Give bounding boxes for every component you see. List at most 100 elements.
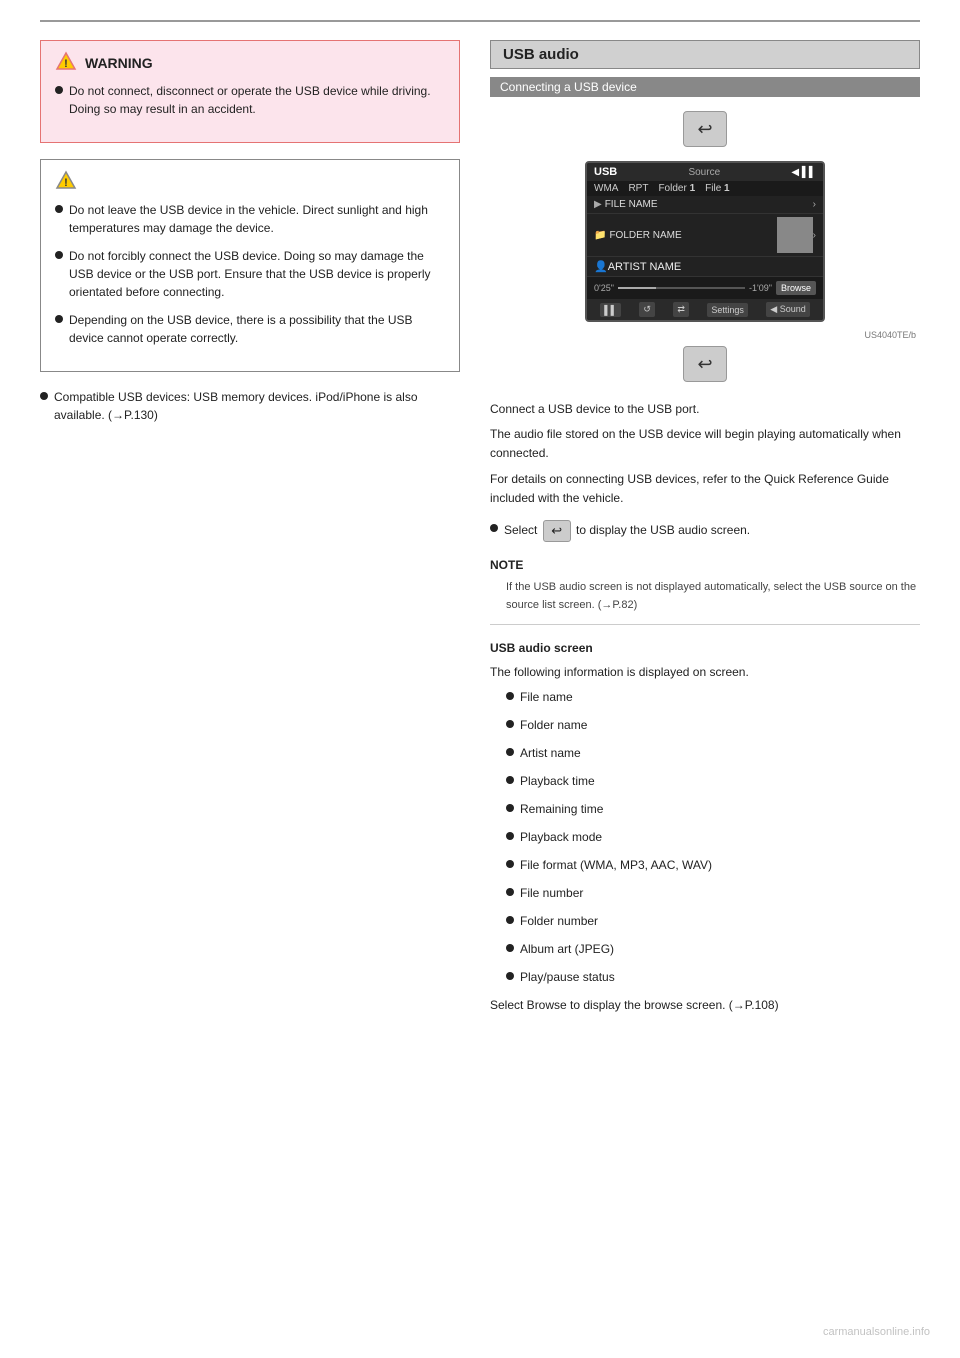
top-rule bbox=[40, 20, 920, 22]
progress-row: 0'25" -1'09" Browse bbox=[587, 277, 823, 299]
usb-screen-mockup: USB Source ◀ ▌▌ WMA RPT Folder 1 File 1 … bbox=[585, 161, 825, 322]
usb-screen-top-bar: USB Source ◀ ▌▌ bbox=[587, 163, 823, 181]
progress-bar-container bbox=[618, 287, 745, 289]
screen-item-9: Folder number bbox=[506, 912, 920, 930]
settings-btn[interactable]: Settings bbox=[707, 303, 748, 317]
screen-item-11: Play/pause status bbox=[506, 968, 920, 986]
usb-audio-screen-section: USB audio screen The following informati… bbox=[490, 639, 920, 1015]
usb-audio-title: USB audio bbox=[490, 40, 920, 69]
caution-text-2: Do not forcibly connect the USB device. … bbox=[69, 247, 445, 301]
section3-para: Select Browse to display the browse scre… bbox=[490, 996, 920, 1015]
bullet-dot bbox=[40, 392, 48, 400]
back-button-top[interactable]: ↩ bbox=[683, 111, 727, 147]
back-button-text: Select ↩ to display the USB audio screen… bbox=[504, 520, 750, 542]
back-arrow-icon-2: ↩ bbox=[697, 354, 712, 375]
play-icon: ▶ bbox=[594, 199, 602, 210]
warning-bullet-1: Do not connect, disconnect or operate th… bbox=[55, 82, 445, 118]
bullet-dot bbox=[55, 205, 63, 213]
file-name-row: ▶ FILE NAME › bbox=[587, 196, 823, 214]
back-arrow-icon: ↩ bbox=[697, 119, 712, 140]
bullet-dot bbox=[55, 86, 63, 94]
note-section: NOTE If the USB audio screen is not disp… bbox=[490, 556, 920, 614]
body-bullet-1: Compatible USB devices: USB memory devic… bbox=[40, 388, 460, 424]
section2-para: The following information is displayed o… bbox=[490, 663, 920, 682]
screen-item-3: Artist name bbox=[506, 744, 920, 762]
chevron-right-icon-2: › bbox=[813, 230, 816, 241]
two-column-layout: ! WARNING Do not connect, disconnect or … bbox=[40, 40, 920, 1021]
warning-text-1: Do not connect, disconnect or operate th… bbox=[69, 82, 445, 118]
section-rule bbox=[490, 624, 920, 625]
caution-text-3: Depending on the USB device, there is a … bbox=[69, 311, 445, 347]
file-label: File 1 bbox=[705, 183, 729, 194]
wma-label: WMA bbox=[594, 183, 618, 194]
progress-bar-fill bbox=[618, 287, 656, 289]
chevron-right-icon: › bbox=[813, 199, 816, 210]
usb-wma-row: WMA RPT Folder 1 File 1 bbox=[587, 181, 823, 196]
body-text-1: Compatible USB devices: USB memory devic… bbox=[54, 388, 460, 424]
usb-bottom-bar: ▌▌ ↺ ⇄ Settings ◀ Sound bbox=[587, 299, 823, 320]
bullet-dot bbox=[55, 251, 63, 259]
caution-bullet-1: Do not leave the USB device in the vehic… bbox=[55, 201, 445, 237]
note-label: NOTE bbox=[490, 556, 920, 575]
inline-back-icon: ↩ bbox=[551, 521, 562, 541]
warning-box: ! WARNING Do not connect, disconnect or … bbox=[40, 40, 460, 143]
caution-bullet-3: Depending on the USB device, there is a … bbox=[55, 311, 445, 347]
warning-header: ! WARNING bbox=[55, 51, 445, 74]
left-column: ! WARNING Do not connect, disconnect or … bbox=[40, 40, 460, 1021]
back-button-bottom[interactable]: ↩ bbox=[683, 346, 727, 382]
artist-name-label: ARTIST NAME bbox=[608, 261, 682, 273]
source-label: Source bbox=[688, 167, 720, 178]
note-text: If the USB audio screen is not displayed… bbox=[506, 579, 920, 614]
folder-icon: 📁 bbox=[594, 230, 606, 241]
screen-item-10: Album art (JPEG) bbox=[506, 940, 920, 958]
caution-bullet-2: Do not forcibly connect the USB device. … bbox=[55, 247, 445, 301]
screen-item-1: File name bbox=[506, 688, 920, 706]
caution-header: ! bbox=[55, 170, 445, 193]
folder-label: Folder 1 bbox=[658, 183, 695, 194]
right-body-section: Connect a USB device to the USB port. Th… bbox=[490, 400, 920, 508]
play-pause-btn[interactable]: ▌▌ bbox=[600, 303, 621, 317]
usb-audio-subtitle-bar: Connecting a USB device bbox=[490, 77, 920, 97]
artist-name-row: 👤 ARTIST NAME bbox=[587, 257, 823, 277]
folder-name-row: 📁 FOLDER NAME › bbox=[587, 214, 823, 257]
caution-text-1: Do not leave the USB device in the vehic… bbox=[69, 201, 445, 237]
page-container: ! WARNING Do not connect, disconnect or … bbox=[0, 0, 960, 1358]
image-label: US4040TE/b bbox=[490, 330, 916, 340]
screen-item-7: File format (WMA, MP3, AAC, WAV) bbox=[506, 856, 920, 874]
svg-text:!: ! bbox=[64, 58, 68, 70]
sound-btn[interactable]: ◀ Sound bbox=[766, 302, 809, 317]
screen-item-6: Playback mode bbox=[506, 828, 920, 846]
warning-label: WARNING bbox=[85, 55, 153, 71]
body-para-1: Connect a USB device to the USB port. bbox=[490, 400, 920, 419]
caution-triangle-icon: ! bbox=[55, 170, 77, 193]
screen-item-5: Remaining time bbox=[506, 800, 920, 818]
folder-name-label: FOLDER NAME bbox=[609, 230, 770, 241]
watermark: carmanualsonline.info bbox=[823, 1326, 930, 1338]
body-para-3: For details on connecting USB devices, r… bbox=[490, 470, 920, 508]
person-icon: 👤 bbox=[594, 260, 608, 273]
caution-box: ! Do not leave the USB device in the veh… bbox=[40, 159, 460, 372]
rpt-label: RPT bbox=[628, 183, 648, 194]
inline-back-button[interactable]: ↩ bbox=[543, 520, 571, 542]
right-column: USB audio Connecting a USB device ↩ USB … bbox=[490, 40, 920, 1021]
file-name-label: FILE NAME bbox=[605, 199, 813, 210]
time-end: -1'09" bbox=[749, 283, 772, 293]
screen-item-8: File number bbox=[506, 884, 920, 902]
screen-item-2: Folder name bbox=[506, 716, 920, 734]
body-para-2: The audio file stored on the USB device … bbox=[490, 425, 920, 463]
signal-icon: ◀ ▌▌ bbox=[791, 167, 816, 178]
section2-title: USB audio screen bbox=[490, 639, 920, 658]
time-start: 0'25" bbox=[594, 283, 614, 293]
shuffle-btn[interactable]: ⇄ bbox=[673, 302, 689, 317]
repeat-btn[interactable]: ↺ bbox=[639, 302, 655, 317]
status-icons: ◀ ▌▌ bbox=[791, 167, 816, 178]
bullet-dot bbox=[55, 315, 63, 323]
warning-triangle-icon: ! bbox=[55, 51, 77, 74]
album-art bbox=[777, 217, 813, 253]
browse-button[interactable]: Browse bbox=[776, 281, 816, 295]
screen-items-list: File name Folder name Artist name Playba… bbox=[506, 688, 920, 986]
back-button-bullet: Select ↩ to display the USB audio screen… bbox=[490, 520, 920, 542]
screen-item-4: Playback time bbox=[506, 772, 920, 790]
usb-label: USB bbox=[594, 166, 617, 178]
bullet-dot bbox=[490, 524, 498, 532]
